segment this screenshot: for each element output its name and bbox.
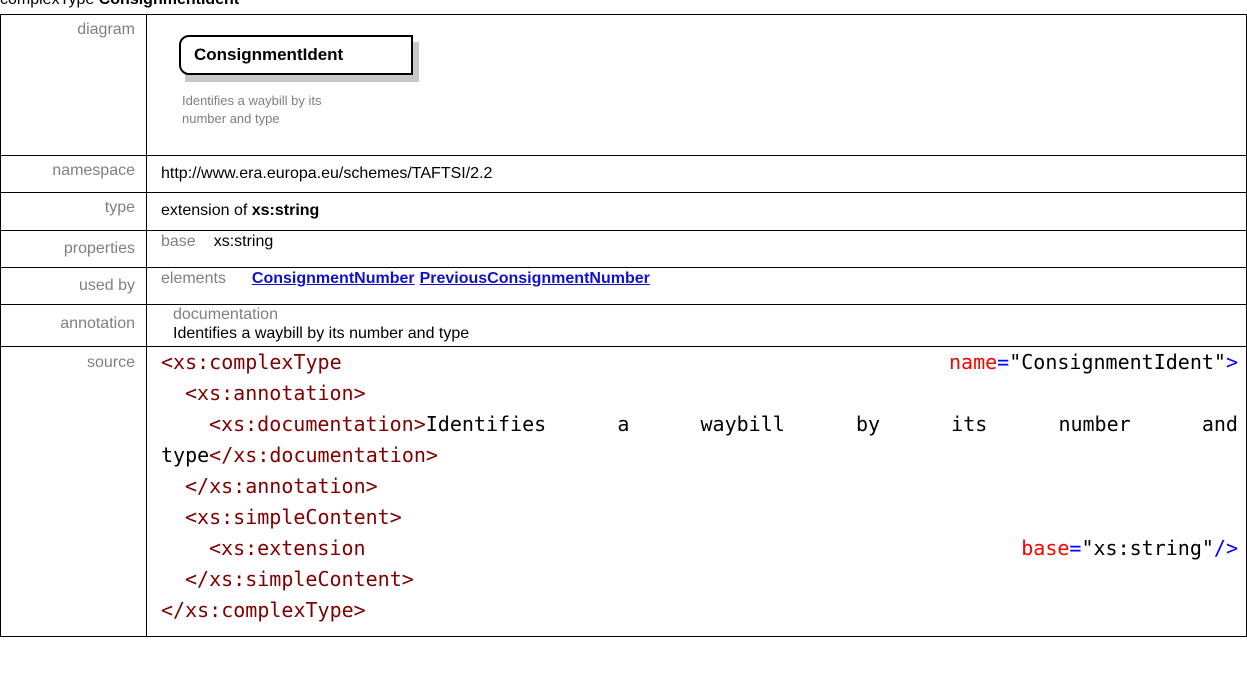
- link-previous-consignment-number[interactable]: PreviousConsignmentNumber: [420, 270, 650, 288]
- label-namespace: namespace: [0, 155, 147, 193]
- source-code: <xs:complexType name="ConsignmentIdent"> …: [146, 346, 1247, 637]
- source-line-1: <xs:complexType name="ConsignmentIdent">: [161, 350, 1238, 374]
- heading-name: ConsignmentIdent: [99, 0, 239, 8]
- used-by-cell: elements ConsignmentNumber PreviousConsi…: [146, 267, 1247, 305]
- type-base: xs:string: [251, 202, 320, 219]
- namespace-value: http://www.era.europa.eu/schemes/TAFTSI/…: [146, 155, 1247, 193]
- source-line-7: <xs:extension base="xs:string"/>: [209, 536, 1238, 560]
- source-line-4: type</xs:documentation>: [161, 443, 438, 467]
- annotation-key: documentation: [173, 306, 278, 323]
- label-source: source: [0, 346, 147, 637]
- row-annotation: annotation documentation Identifies a wa…: [0, 304, 1247, 347]
- diagram-doc-line-1: Identifies a waybill by its: [182, 93, 322, 108]
- source-line-9: </xs:complexType>: [161, 598, 366, 622]
- used-by-key: elements: [161, 270, 226, 287]
- row-properties: properties base xs:string: [0, 230, 1247, 268]
- diagram-documentation: Identifies a waybill by its number and t…: [182, 92, 392, 128]
- row-source: source <xs:complexType name="ConsignmentI…: [0, 346, 1247, 637]
- properties-value: xs:string: [213, 233, 274, 250]
- label-annotation: annotation: [0, 304, 147, 347]
- page-heading: complexType ConsignmentIdent: [0, 0, 239, 12]
- label-type: type: [0, 192, 147, 231]
- source-line-6: <xs:simpleContent>: [185, 505, 402, 529]
- type-prefix: extension of: [161, 202, 248, 219]
- heading-prefix: complexType: [0, 0, 94, 8]
- properties-key: base: [161, 233, 196, 250]
- label-properties: properties: [0, 230, 147, 268]
- diagram-doc-line-2: number and type: [182, 111, 280, 126]
- source-line-3: <xs:documentation>Identifies a waybill b…: [209, 412, 1238, 436]
- type-diagram: ConsignmentIdent Identifies a waybill by…: [147, 15, 1246, 151]
- row-diagram: diagram ConsignmentIdent Identifies a wa…: [0, 14, 1247, 156]
- type-value: extension of xs:string: [146, 192, 1247, 231]
- source-line-8: </xs:simpleContent>: [185, 567, 414, 591]
- schema-doc-table: diagram ConsignmentIdent Identifies a wa…: [0, 14, 1247, 637]
- row-type: type extension of xs:string: [0, 192, 1247, 231]
- annotation-cell: documentation Identifies a waybill by it…: [146, 304, 1247, 347]
- properties-cell: base xs:string: [146, 230, 1247, 268]
- row-namespace: namespace http://www.era.europa.eu/schem…: [0, 155, 1247, 193]
- annotation-value: Identifies a waybill by its number and t…: [173, 325, 470, 342]
- label-used-by: used by: [0, 267, 147, 305]
- label-diagram: diagram: [0, 14, 147, 156]
- diagram-cell: ConsignmentIdent Identifies a waybill by…: [146, 14, 1247, 156]
- row-used-by: used by elements ConsignmentNumber Previ…: [0, 267, 1247, 305]
- source-line-2: <xs:annotation>: [185, 381, 366, 405]
- source-line-5: </xs:annotation>: [185, 474, 378, 498]
- link-consignment-number[interactable]: ConsignmentNumber: [252, 270, 415, 288]
- diagram-type-box[interactable]: ConsignmentIdent: [179, 35, 413, 75]
